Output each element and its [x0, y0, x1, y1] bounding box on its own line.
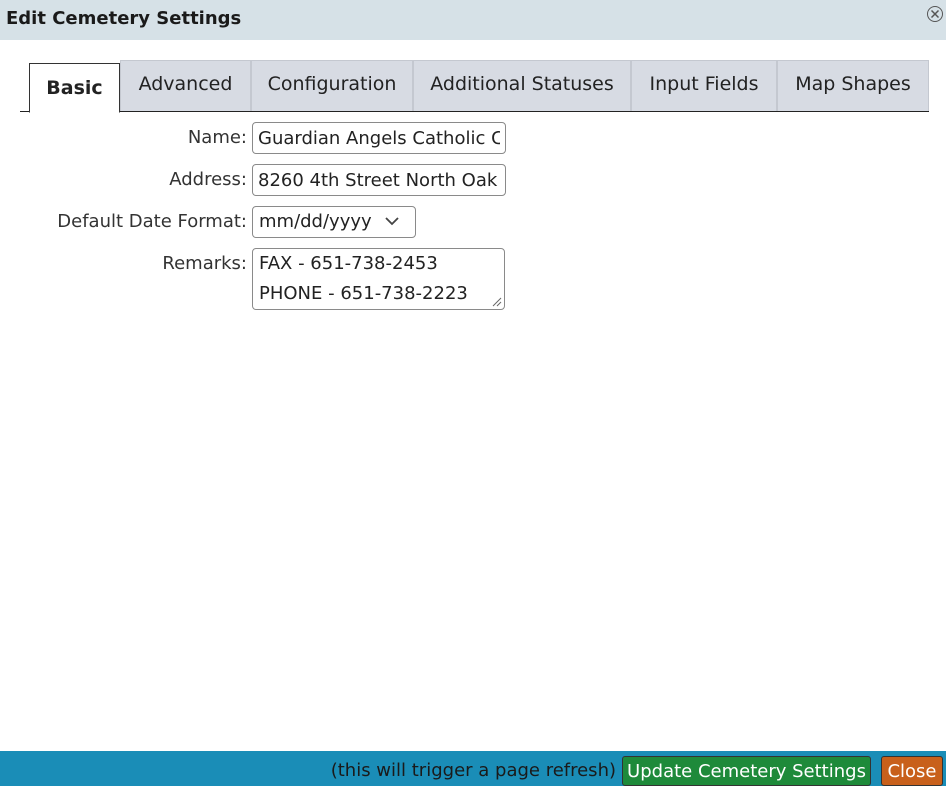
dialog-title: Edit Cemetery Settings: [6, 8, 242, 29]
tab-input-fields[interactable]: Input Fields: [631, 60, 777, 111]
dialog-footer: (this will trigger a page refresh) Updat…: [0, 751, 946, 786]
remarks-line: PHONE - 651-738-2223: [259, 283, 468, 304]
remarks-textarea[interactable]: FAX - 651-738-2453 PHONE - 651-738-2223: [252, 248, 505, 310]
date-format-value: mm/dd/yyyy: [259, 211, 372, 232]
tab-advanced[interactable]: Advanced: [120, 60, 251, 111]
update-button-label: Update Cemetery Settings: [627, 761, 866, 782]
close-circle-icon: [930, 9, 940, 19]
remarks-label: Remarks:: [162, 253, 247, 274]
tab-configuration[interactable]: Configuration: [251, 60, 413, 111]
update-cemetery-settings-button[interactable]: Update Cemetery Settings: [622, 756, 871, 786]
tab-additional-statuses[interactable]: Additional Statuses: [413, 60, 631, 111]
tab-label: Additional Statuses: [430, 73, 614, 95]
chevron-down-icon: [385, 217, 399, 226]
default-date-format-select[interactable]: mm/dd/yyyy: [252, 206, 416, 238]
refresh-note: (this will trigger a page refresh): [330, 760, 616, 781]
tab-label: Advanced: [138, 73, 233, 95]
close-dialog-button[interactable]: [927, 6, 943, 22]
tab-label: Configuration: [267, 73, 397, 95]
close-button-label: Close: [887, 761, 937, 782]
edit-cemetery-settings-dialog: Edit Cemetery Settings Basic Advanced Co…: [0, 0, 946, 786]
address-input[interactable]: [252, 164, 506, 196]
tab-map-shapes[interactable]: Map Shapes: [777, 60, 929, 111]
tabs-divider: [20, 111, 929, 112]
default-date-format-label: Default Date Format:: [57, 211, 247, 232]
tab-label: Input Fields: [649, 73, 759, 95]
dialog-titlebar: Edit Cemetery Settings: [0, 0, 946, 40]
close-button[interactable]: Close: [881, 756, 943, 786]
tab-basic[interactable]: Basic: [29, 63, 120, 113]
resize-grip-icon[interactable]: [492, 297, 502, 307]
name-label: Name:: [187, 127, 247, 148]
name-input[interactable]: [252, 122, 506, 154]
tab-label: Basic: [46, 77, 103, 99]
tab-label: Map Shapes: [795, 73, 911, 95]
address-label: Address:: [169, 169, 247, 190]
remarks-line: FAX - 651-738-2453: [259, 253, 438, 274]
